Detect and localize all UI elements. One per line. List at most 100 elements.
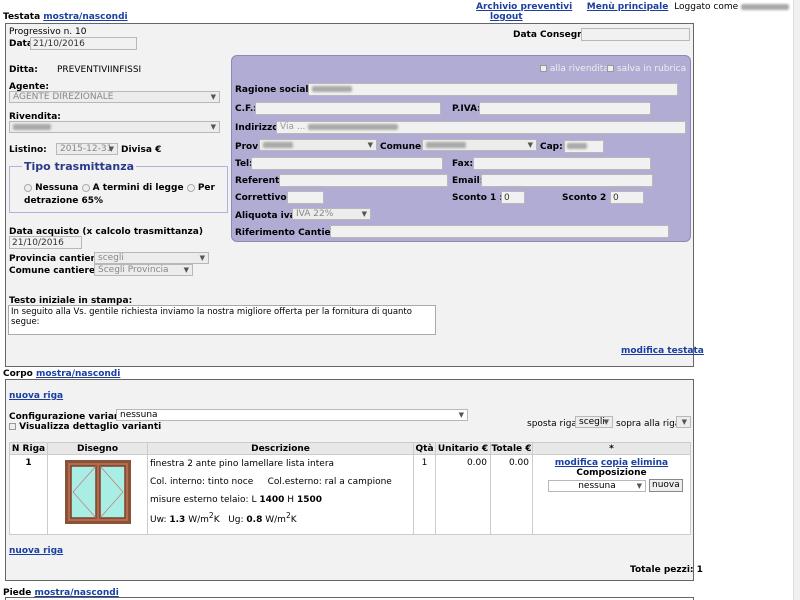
rif-cantiere-input[interactable] [330,225,669,238]
visualizza-dettaglio: Visualizza dettaglio varianti [9,422,161,432]
misure-line: misure esterno telaio: L 1400 H 1500 [150,495,322,505]
sconto1-input[interactable] [501,191,525,204]
top-nav: Archivio preventivi Menù principale Logg… [476,2,800,22]
alla-rivendita-checkbox[interactable] [540,65,547,72]
section-title-testata: Testata mostra/nascondi [3,12,128,22]
chevron-down-icon: ▼ [183,266,189,274]
data-acquisto-input[interactable] [9,236,82,249]
comune-select[interactable]: ▼ [422,139,537,151]
col-totale: Totale € [490,442,533,455]
config-varianti-select[interactable]: nessuna ▼ [116,409,468,421]
col-qta: Qtà [413,442,436,455]
prov-select[interactable]: ▼ [259,139,377,151]
trasmittanza-line: Uw: 1.3 W/m2K Ug: 0.8 W/m2K [150,511,297,525]
rivendita-redacted [13,123,51,130]
radio-nessuna[interactable] [24,183,32,192]
sconto1-label: Sconto 1 : [452,193,504,203]
cell-n: 1 [9,454,48,535]
sposta-riga-label: sposta riga [527,419,577,429]
fax-input[interactable] [473,157,651,170]
col-descrizione: Descrizione [147,442,414,455]
cell-unitario: 0.00 [435,454,491,535]
toggle-corpo-link[interactable]: mostra/nascondi [36,369,120,379]
correttivo-input[interactable] [287,191,324,204]
prov-label: Prov: [235,142,262,152]
divisa-label: Divisa € [121,145,162,155]
nuova-riga-link-top[interactable]: nuova riga [9,391,63,401]
nuova-composizione-button[interactable]: nuova [649,479,683,492]
righe-table: N Riga Disegno Descrizione Qtà Unitario … [9,442,691,535]
chevron-down-icon: ▼ [603,418,609,426]
chevron-down-icon: ▼ [210,123,216,131]
salva-rubrica: salva in rubrica [607,64,686,74]
indirizzo-input[interactable]: Via ... [276,121,686,134]
composizione-label: Composizione [576,468,647,478]
composizione-select[interactable]: nessuna ▼ [548,480,646,492]
data-consegna-input[interactable] [581,28,690,41]
cell-azioni: modifica copia elimina Composizione ness… [532,454,691,535]
email-input[interactable] [481,174,653,187]
window-drawing-icon [64,460,131,524]
sconto2-input[interactable] [610,191,644,204]
totale-pezzi: Totale pezzi: 1 [630,565,703,575]
modifica-riga-link[interactable]: modifica [555,458,598,468]
archivio-preventivi-link[interactable]: Archivio preventivi [476,2,572,12]
nuova-riga-link-bottom[interactable]: nuova riga [9,546,63,556]
ragione-sociale-label: Ragione sociale: [235,85,319,95]
referente-input[interactable] [279,174,448,187]
copia-riga-link[interactable]: copia [601,458,628,468]
listino-select[interactable]: 2015-12-31 ▼ [56,143,118,155]
data-input[interactable] [30,37,137,50]
listino-label: Listino: [9,145,47,155]
chevron-down-icon: ▼ [367,141,373,149]
descr-line: finestra 2 ante pino lamellare lista int… [150,459,335,469]
menu-principale-link[interactable]: Menù principale [587,2,669,12]
cell-qta: 1 [413,454,436,535]
salva-rubrica-checkbox[interactable] [607,65,614,72]
sopra-riga-label: sopra alla riga [616,419,681,429]
col-unitario: Unitario € [435,442,491,455]
trasmittanza-legend: Tipo trasmittanza [22,160,137,173]
sopra-riga-select[interactable]: ▼ [676,416,691,428]
radio-detrazione[interactable] [186,183,195,192]
piva-label: P.IVA: [452,104,481,114]
piva-input[interactable] [479,102,651,115]
provincia-cantiere-label: Provincia cantiere: [9,254,105,264]
colori-line: Col. interno: tinto noce Col.esterno: ra… [150,477,392,487]
aliquota-select[interactable]: IVA 22% ▼ [292,208,371,220]
chevron-down-icon: ▼ [527,141,533,149]
correttivo-label: Correttivo : [235,193,294,203]
cap-input[interactable] [564,140,604,153]
testo-textarea[interactable]: In seguito alla Vs. gentile richiesta in… [8,305,436,335]
cell-disegno [47,454,148,535]
toggle-testata-link[interactable]: mostra/nascondi [43,12,127,22]
rivendita-select[interactable]: ▼ [9,121,220,133]
comune-label: Comune: [380,142,425,152]
provincia-cantiere-select[interactable]: scegli ▼ [94,252,209,264]
ragione-sociale-input[interactable] [308,83,678,96]
col-azioni: * [532,442,691,455]
tel-input[interactable] [251,157,443,170]
table-row: 1 finestra 2 ante pino lamellare lista i… [9,454,691,535]
visualizza-dettaglio-checkbox[interactable] [9,423,16,430]
cell-descrizione: finestra 2 ante pino lamellare lista int… [147,454,414,535]
page-scrollbar[interactable] [793,0,800,600]
trasmittanza-radios: Nessuna A termini di legge Per detrazion… [24,183,215,206]
modifica-testata-link[interactable]: modifica testata [621,346,704,356]
email-label: Email: [452,176,484,186]
comune-cantiere-label: Comune cantiere: [9,266,99,276]
aliquota-label: Aliquota iva: [235,211,300,221]
comune-cantiere-select[interactable]: Scegli Provincia ▼ [94,264,193,276]
chevron-down-icon: ▼ [681,418,687,426]
agente-select[interactable]: AGENTE DIREZIONALE ▼ [9,91,220,103]
logout-link[interactable]: logout [490,12,523,22]
table-header-row: N Riga Disegno Descrizione Qtà Unitario … [9,442,691,455]
sposta-riga-select[interactable]: scegli ▼ [575,416,613,428]
cf-input[interactable] [255,102,441,115]
ditta-label: Ditta: [9,65,38,75]
radio-termini-legge[interactable] [81,183,90,192]
cell-totale: 0.00 [490,454,533,535]
chevron-down-icon: ▼ [210,93,216,101]
progressivo: Progressivo n. 10 [9,27,87,37]
elimina-riga-link[interactable]: elimina [631,458,668,468]
